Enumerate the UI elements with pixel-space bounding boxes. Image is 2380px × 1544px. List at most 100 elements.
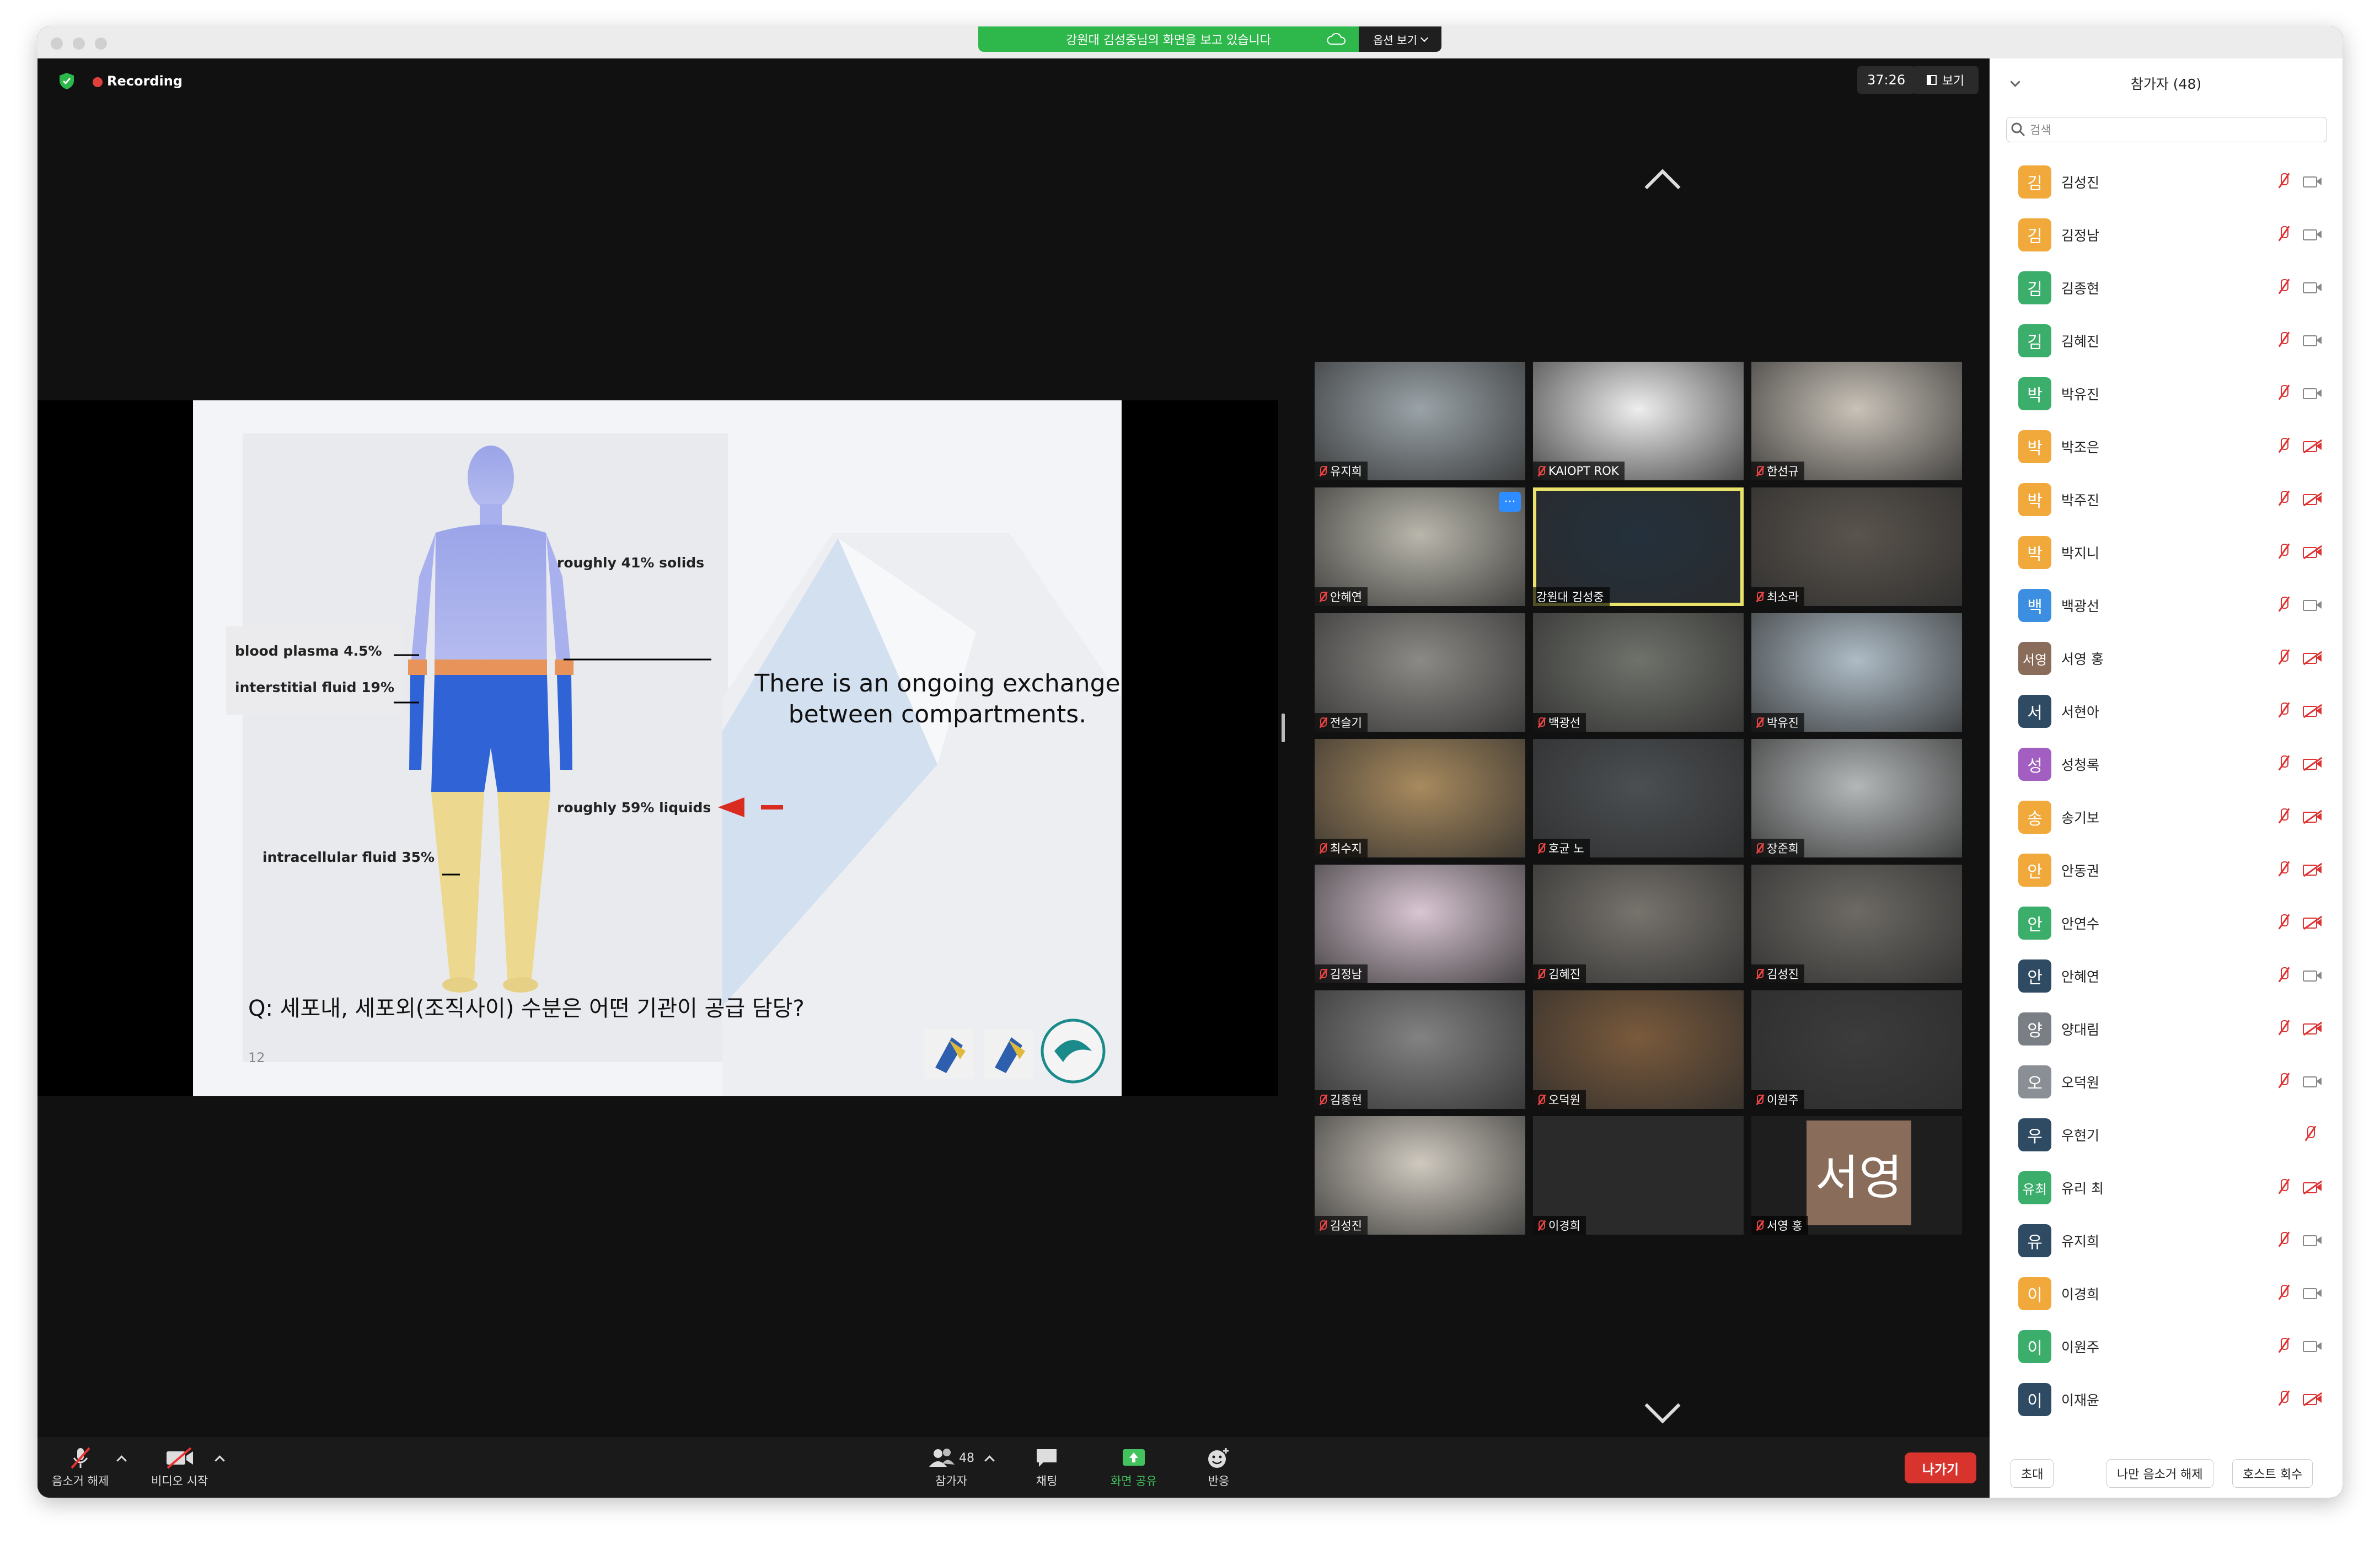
video-tile-name-text: 김성진 xyxy=(1767,968,1799,981)
video-tile[interactable]: 최소라 xyxy=(1751,487,1962,606)
muted-mic-icon xyxy=(2276,1231,2291,1250)
participant-row[interactable]: 박 박주진 xyxy=(1990,473,2343,526)
participant-row[interactable]: 우 우현기 xyxy=(1990,1108,2343,1161)
video-tile[interactable]: 최수지 xyxy=(1315,739,1525,857)
video-tile[interactable]: 김성진 xyxy=(1315,1116,1525,1235)
participant-row[interactable]: 김 김혜진 xyxy=(1990,314,2343,367)
participant-row[interactable]: 서 서현아 xyxy=(1990,685,2343,738)
participant-row[interactable]: 서영 서영 홍 xyxy=(1990,632,2343,685)
video-tile-name: 백광선 xyxy=(1533,713,1586,732)
reclaim-host-button[interactable]: 호스트 회수 xyxy=(2232,1459,2313,1488)
participant-row[interactable]: 이 이경희 xyxy=(1990,1267,2343,1320)
participant-row[interactable]: 이 이원주 xyxy=(1990,1320,2343,1373)
participant-name: 성청록 xyxy=(2061,757,2100,773)
leave-button[interactable]: 나가기 xyxy=(1905,1452,1976,1483)
participant-row[interactable]: 오 오덕원 xyxy=(1990,1055,2343,1108)
avatar: 김 xyxy=(2018,271,2051,304)
video-tile-name-text: 김혜진 xyxy=(1548,968,1580,981)
video-tile[interactable]: 김성진 xyxy=(1751,865,1962,983)
participant-row[interactable]: 박 박유진 xyxy=(1990,367,2343,420)
gallery-down-chevron-icon[interactable] xyxy=(1644,1387,1681,1424)
video-tile-name: 김성진 xyxy=(1751,964,1804,983)
participant-row[interactable]: 김 김정남 xyxy=(1990,208,2343,261)
collapse-panel-chevron-icon[interactable] xyxy=(2010,77,2020,87)
video-tile-name-text: 최소라 xyxy=(1767,591,1799,604)
minimize-window-button[interactable] xyxy=(73,37,85,50)
muted-mic-icon xyxy=(2276,490,2291,508)
splitter-handle[interactable] xyxy=(1282,714,1285,742)
muted-mic-icon xyxy=(2276,1072,2291,1091)
video-tile[interactable]: 김종현 xyxy=(1315,990,1525,1109)
participant-row[interactable]: 유 유지희 xyxy=(1990,1214,2343,1267)
video-tile[interactable]: 김정남 xyxy=(1315,865,1525,983)
chat-button[interactable]: 채팅 xyxy=(1030,1444,1063,1489)
camera-lens-shape xyxy=(2316,707,2322,715)
search-placeholder: 검색 xyxy=(2030,124,2051,137)
view-button[interactable]: 보기 xyxy=(1912,66,1979,94)
reactions-button[interactable]: 반응 xyxy=(1202,1444,1235,1489)
video-tile[interactable]: KAIOPT ROK xyxy=(1533,362,1744,480)
video-tile[interactable]: 전슬기 xyxy=(1315,613,1525,732)
video-tile[interactable]: 유지희 xyxy=(1315,362,1525,480)
video-tile[interactable]: 박유진 xyxy=(1751,613,1962,732)
gallery-up-chevron-icon[interactable] xyxy=(1644,169,1681,205)
participant-row[interactable]: 이 이재윤 xyxy=(1990,1373,2343,1418)
participants-count: 48 xyxy=(959,1451,974,1465)
participant-row[interactable]: 양 양대림 xyxy=(1990,1002,2343,1055)
camera-body-shape xyxy=(2303,971,2317,982)
slide-question: Q: 세포내, 세포외(조직사이) 수분은 어떤 기관이 공급 담당? xyxy=(248,996,805,1021)
participant-row[interactable]: 안 안혜연 xyxy=(1990,950,2343,1002)
video-tile[interactable]: 서영 서영 홍 xyxy=(1751,1116,1962,1235)
view-options-button[interactable]: 옵션 보기 xyxy=(1359,26,1441,52)
participant-search-input[interactable]: 검색 xyxy=(2006,117,2327,142)
participant-row[interactable]: 안 안연수 xyxy=(1990,897,2343,950)
participant-row[interactable]: 김 김종현 xyxy=(1990,261,2343,314)
video-tile[interactable]: 강원대 김성중 xyxy=(1533,487,1744,606)
audio-options-caret-icon[interactable] xyxy=(116,1455,127,1466)
start-video-button[interactable]: 비디오 시작 xyxy=(151,1444,208,1489)
video-camera-icon xyxy=(2303,1074,2322,1089)
participant-row[interactable]: 박 박조은 xyxy=(1990,420,2343,473)
muted-mic-icon xyxy=(1755,1093,1763,1106)
participant-name: 김종현 xyxy=(2061,281,2100,297)
participants-options-caret-icon[interactable] xyxy=(984,1455,995,1466)
share-screen-button[interactable]: 화면 공유 xyxy=(1111,1444,1157,1489)
participant-row[interactable]: 안 안동권 xyxy=(1990,844,2343,897)
video-tile[interactable]: ··· 안혜연 xyxy=(1315,487,1525,606)
zoom-window-button[interactable] xyxy=(95,37,107,50)
video-tile[interactable]: 백광선 xyxy=(1533,613,1744,732)
camera-lens-shape xyxy=(2316,336,2322,344)
unmute-button[interactable]: 음소거 해제 xyxy=(52,1444,109,1489)
participant-row[interactable]: 박 박지니 xyxy=(1990,526,2343,579)
participant-row[interactable]: 성 성청록 xyxy=(1990,738,2343,791)
video-tile[interactable]: 오덕원 xyxy=(1533,990,1744,1109)
recording-indicator[interactable]: Recording xyxy=(107,73,183,89)
unmute-me-button[interactable]: 나만 음소거 해제 xyxy=(2106,1459,2213,1488)
video-tile[interactable]: 장준희 xyxy=(1751,739,1962,857)
video-tile[interactable]: 이경희 xyxy=(1533,1116,1744,1235)
participant-row[interactable]: 백 백광선 xyxy=(1990,579,2343,632)
muted-mic-icon xyxy=(2303,1125,2317,1144)
muted-mic-icon xyxy=(2276,1390,2291,1408)
camera-lens-shape xyxy=(2316,760,2322,768)
presentation-slide: roughly 41% solids blood plasma 4.5% int… xyxy=(193,400,1122,1096)
tile-more-options-icon[interactable]: ··· xyxy=(1499,492,1521,512)
video-tile[interactable]: 김혜진 xyxy=(1533,865,1744,983)
video-tile-name-text: 이경희 xyxy=(1548,1219,1580,1232)
video-tile-name: 최소라 xyxy=(1751,587,1804,606)
invite-button[interactable]: 초대 xyxy=(2011,1459,2054,1488)
video-tile[interactable]: 이원주 xyxy=(1751,990,1962,1109)
video-off-icon xyxy=(2303,1392,2322,1406)
video-tile-name-text: 이원주 xyxy=(1767,1093,1799,1107)
participant-row[interactable]: 유최 유리 최 xyxy=(1990,1161,2343,1214)
participants-button[interactable]: 48 참가자 xyxy=(921,1444,982,1489)
avatar: 박 xyxy=(2018,483,2051,516)
video-tile[interactable]: 한선규 xyxy=(1751,362,1962,480)
video-options-caret-icon[interactable] xyxy=(215,1455,225,1466)
muted-mic-icon xyxy=(2276,1178,2291,1197)
participant-row[interactable]: 송 송기보 xyxy=(1990,791,2343,844)
video-tile[interactable]: 호균 노 xyxy=(1533,739,1744,857)
video-camera-icon xyxy=(2303,227,2322,242)
close-window-button[interactable] xyxy=(51,37,63,50)
participant-row[interactable]: 김 김성진 xyxy=(1990,156,2343,208)
